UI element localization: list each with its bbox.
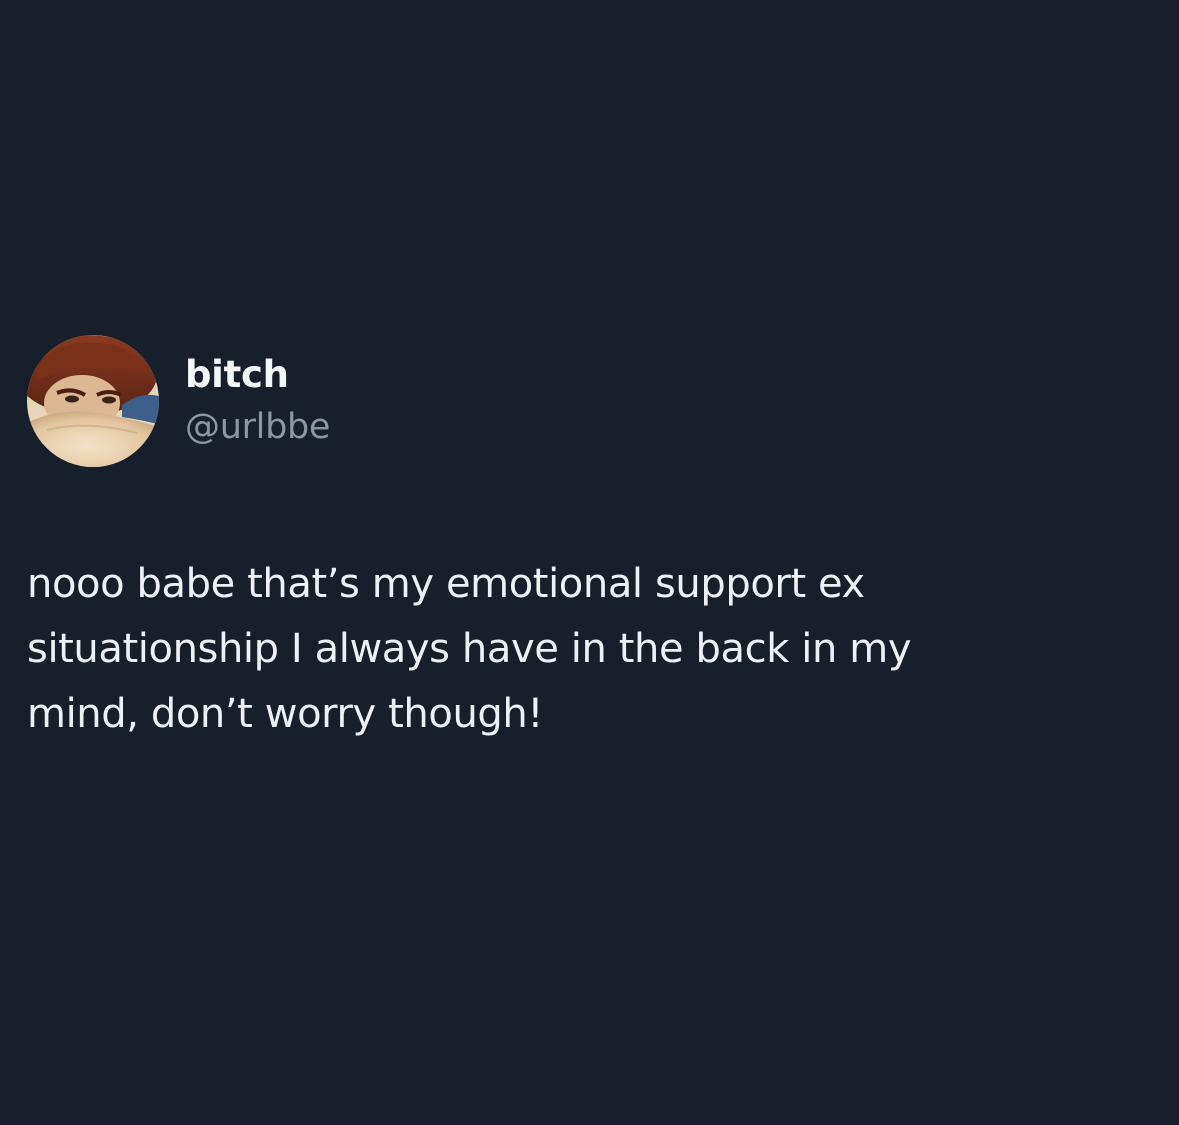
tweet-screenshot: bitch @urlbbe nooo babe that’s my emotio… [0,0,1179,1125]
avatar-image [27,335,159,467]
display-name[interactable]: bitch [185,353,330,397]
avatar[interactable] [27,335,159,467]
tweet-text-line: situationship I always have in the back … [27,626,912,672]
tweet-header: bitch @urlbbe [27,335,330,467]
tweet-text: nooo babe that’s my emotional support ex… [27,552,1147,747]
author-names: bitch @urlbbe [185,353,330,449]
tweet-text-line: nooo babe that’s my emotional support ex [27,561,865,607]
tweet-text-line: mind, don’t worry though! [27,691,543,737]
user-handle[interactable]: @urlbbe [185,405,330,449]
